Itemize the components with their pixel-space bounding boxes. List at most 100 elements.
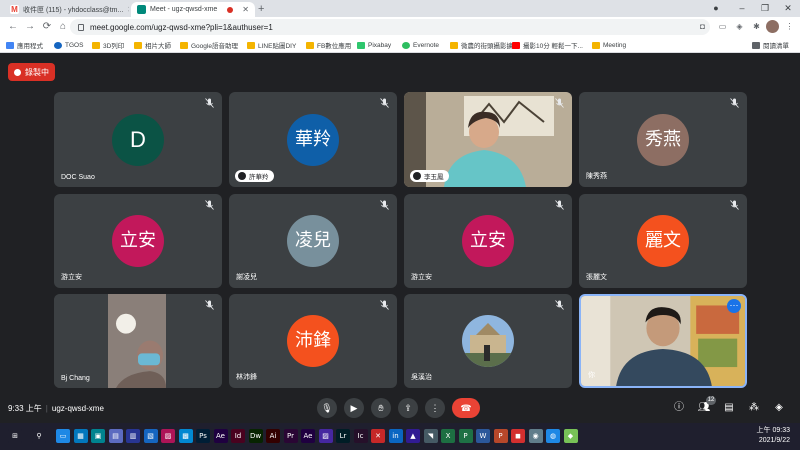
participant-tile[interactable]: Bj Chang (54, 294, 222, 388)
taskbar-app-icon[interactable]: ◆ (563, 429, 578, 443)
participant-tile[interactable]: 秀燕 陳秀燕 (579, 92, 747, 187)
bookmark-google-voice[interactable]: Google語音助理 (180, 39, 238, 51)
taskbar-app-icon[interactable]: ▭ (56, 429, 70, 443)
bookmark-evernote[interactable]: Evernote (402, 39, 439, 51)
taskbar-app-icon[interactable]: ▧ (143, 429, 158, 443)
pixabay-icon (357, 41, 365, 49)
bookmark-street-photo[interactable]: 微農的街頭攝影擴 (450, 39, 513, 51)
taskbar-app-icon[interactable]: ▦ (73, 429, 88, 443)
recording-dot-icon (227, 6, 234, 13)
participant-tile[interactable]: 沛鋒 林沛鋒 (229, 294, 397, 388)
avatar[interactable] (766, 20, 779, 33)
recording-badge[interactable]: 錄製中 (8, 63, 55, 81)
raise-hand-button[interactable]: ✋︎ (371, 398, 391, 418)
participant-tile[interactable]: D DOC Suao (54, 92, 222, 187)
system-clock[interactable]: 上午 09:33 2021/9/22 (757, 426, 790, 446)
bookmark-line-sticker[interactable]: LINE貼圖DIY (247, 39, 296, 51)
present-button[interactable]: ⇪ (398, 398, 418, 418)
mic-off-icon (205, 300, 214, 310)
reading-list[interactable]: 閱讀清單 (752, 39, 789, 51)
bookmark-meeting[interactable]: Meeting (592, 39, 626, 51)
chat-button[interactable]: ▤ (722, 401, 736, 415)
chat-icon: ▤ (724, 402, 734, 413)
taskbar-app-icon[interactable]: Ps (196, 429, 210, 443)
mic-off-icon (380, 200, 389, 210)
taskbar-app-icon[interactable]: ▨ (161, 429, 175, 443)
more-options-button[interactable]: ⋮ (425, 398, 445, 418)
participant-tile[interactable]: 李玉鳳 (404, 92, 572, 187)
taskbar-app-icon[interactable]: Lr (336, 429, 350, 443)
participant-tile[interactable]: 麗文 張麗文 (579, 194, 747, 288)
back-button[interactable]: ← (6, 20, 20, 34)
taskbar-app-icon[interactable]: Ic (353, 429, 368, 443)
new-tab-button[interactable]: + (258, 2, 264, 16)
more-options-icon[interactable]: ⋯ (727, 299, 741, 313)
reload-button[interactable]: ⟳ (40, 20, 54, 34)
window-close-button[interactable]: ✕ (778, 0, 798, 17)
bookmark-apps[interactable]: 應用程式 (6, 39, 43, 51)
screen-cast-icon[interactable]: ▭ (716, 20, 729, 33)
participant-tile[interactable]: 立安 游立安 (54, 194, 222, 288)
camera-icon[interactable]: ◘ (696, 20, 709, 33)
taskbar-app-icon[interactable]: ⊞ (8, 429, 22, 443)
taskbar-app-icon[interactable]: ▩ (178, 429, 193, 443)
taskbar-app-icon[interactable]: ◼ (511, 429, 525, 443)
taskbar-app-icon[interactable]: in (388, 429, 403, 443)
taskbar-app-icon[interactable]: W (476, 429, 490, 443)
forward-button[interactable]: → (23, 20, 37, 34)
minimize-button[interactable]: – (732, 0, 752, 17)
taskbar-app-icon[interactable]: ▥ (126, 429, 140, 443)
info-icon: ⓘ (674, 402, 684, 413)
host-controls-button[interactable]: ◈ (772, 401, 786, 415)
activities-button[interactable]: ⁂ (747, 401, 761, 415)
camera-button[interactable]: ▶ (344, 398, 364, 418)
extension-icon[interactable]: ◈ (733, 20, 746, 33)
bookmark-photo-master[interactable]: 相片大師 (134, 39, 171, 51)
lock-icon (78, 23, 84, 31)
taskbar-app-icon[interactable]: ⚲ (32, 429, 46, 443)
taskbar-app-icon[interactable]: ▣ (91, 429, 105, 443)
participant-tile[interactable]: 立安 游立安 (404, 194, 572, 288)
taskbar-app-icon[interactable]: ▨ (318, 429, 333, 443)
profile-menu-icon[interactable]: ● (706, 0, 726, 17)
taskbar-app-icon[interactable]: Ae (301, 429, 315, 443)
participant-tile[interactable]: ⋯ 你 (579, 294, 747, 388)
taskbar-app-icon[interactable]: ▲ (406, 429, 420, 443)
taskbar-app-icon[interactable]: Pr (283, 429, 298, 443)
taskbar-app-icon[interactable]: ◉ (528, 429, 543, 443)
taskbar-app-icon[interactable]: Ae (213, 429, 228, 443)
taskbar-app-icon[interactable]: ◥ (423, 429, 438, 443)
raised-hand-name-pill: 許華羚 (235, 170, 274, 182)
bookmark-pixabay[interactable]: Pixabay (357, 39, 391, 51)
taskbar-app-icon[interactable]: Id (231, 429, 245, 443)
taskbar-app-icon[interactable]: Ai (266, 429, 280, 443)
taskbar-app-icon[interactable]: Dw (248, 429, 263, 443)
meeting-info-button[interactable]: ⓘ (672, 401, 686, 415)
leave-call-button[interactable]: ☎ (452, 398, 480, 418)
bookmark-3d-print[interactable]: 3D列印 (92, 39, 124, 51)
microphone-button[interactable]: 🎙︎ (317, 398, 337, 418)
taskbar-app-icon[interactable]: X (441, 429, 455, 443)
tab-gmail[interactable]: M 收件匣 (115) - yhdocclass@tm... ✕ (4, 2, 129, 17)
tab-meet[interactable]: Meet - ugz-qwsd-xme ✕ (131, 2, 255, 17)
home-button[interactable]: ⌂ (56, 20, 70, 34)
bookmark-tgos[interactable]: TGOS (54, 39, 83, 51)
participant-tile[interactable]: 凌兒 謝凌兒 (229, 194, 397, 288)
participant-tile[interactable]: 吳溪治 (404, 294, 572, 388)
url-bar[interactable]: meet.google.com/ugz-qwsd-xme?pli=1&authu… (70, 19, 710, 35)
taskbar-app-icon[interactable]: ◍ (546, 429, 560, 443)
kebab-menu-icon[interactable]: ⋮ (783, 20, 796, 33)
bookmark-fb-digital[interactable]: FB數位應用 (306, 39, 351, 51)
taskbar-app-icon[interactable]: P (458, 429, 473, 443)
taskbar-app-icon[interactable]: ✕ (371, 429, 385, 443)
taskbar-app-icon[interactable]: P (493, 429, 508, 443)
bookmark-youtube[interactable]: 攝影10分 輕鬆一下... (512, 39, 583, 51)
participant-name: 謝凌兒 (236, 274, 257, 281)
maximize-button[interactable]: ❐ (755, 0, 775, 17)
close-icon[interactable]: ✕ (127, 5, 129, 14)
close-icon[interactable]: ✕ (242, 5, 249, 14)
taskbar-app-icon[interactable]: ▤ (108, 429, 123, 443)
puzzle-extensions-icon[interactable]: ✱ (750, 20, 763, 33)
participant-tile[interactable]: 華羚 許華羚 (229, 92, 397, 187)
participants-button[interactable]: 👥︎ 12 (697, 396, 716, 415)
